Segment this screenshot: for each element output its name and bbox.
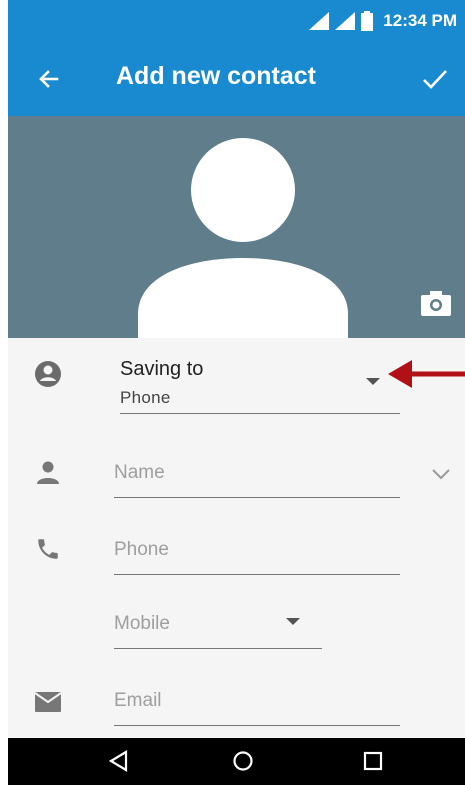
- status-time: 12:34 PM: [383, 11, 457, 30]
- status-bar: 12:34 PM: [8, 0, 465, 42]
- account-circle-icon: [32, 358, 64, 390]
- name-underline: [114, 497, 400, 498]
- email-input[interactable]: Email: [114, 690, 162, 712]
- nav-recents-button[interactable]: [356, 746, 390, 776]
- save-button[interactable]: [415, 60, 455, 98]
- expand-name-button[interactable]: [425, 458, 457, 490]
- back-button[interactable]: [30, 60, 68, 98]
- dropdown-arrow-icon: [286, 618, 300, 625]
- app-bar: Add new contact: [8, 42, 465, 116]
- phone-screen: 12:34 PM Add new contact Saving to Phone…: [8, 0, 465, 785]
- dropdown-arrow-icon: [366, 378, 380, 385]
- phone-type-select[interactable]: Mobile: [114, 613, 170, 635]
- saving-to-value[interactable]: Phone: [120, 388, 171, 408]
- arrow-left-icon: [39, 70, 59, 88]
- email-icon: [32, 686, 64, 718]
- phone-icon: [32, 533, 64, 565]
- annotation-arrow: [388, 360, 465, 388]
- avatar-placeholder-icon: [138, 138, 348, 338]
- phone-input[interactable]: Phone: [114, 539, 169, 561]
- email-underline: [114, 725, 400, 726]
- nav-back-button[interactable]: [102, 746, 136, 776]
- status-icons: 12:34 PM: [309, 11, 457, 31]
- phone-underline: [114, 574, 400, 575]
- camera-button[interactable]: [419, 288, 453, 318]
- signal-icon-2: [335, 12, 356, 30]
- triangle-back-icon: [109, 750, 128, 772]
- navigation-bar: [8, 738, 465, 785]
- saving-to-underline: [120, 413, 400, 414]
- battery-icon: [361, 11, 374, 31]
- contact-photo-area[interactable]: [8, 116, 465, 338]
- square-recents-icon: [363, 751, 383, 771]
- phone-type-underline: [114, 648, 322, 649]
- page-title: Add new contact: [116, 62, 317, 90]
- signal-icon: [309, 12, 330, 30]
- camera-icon: [421, 291, 451, 316]
- name-input[interactable]: Name: [114, 462, 165, 484]
- circle-home-icon: [233, 751, 253, 771]
- person-icon: [32, 456, 64, 488]
- saving-to-dropdown[interactable]: [360, 372, 386, 392]
- chevron-down-icon: [432, 469, 450, 480]
- nav-home-button[interactable]: [226, 746, 260, 776]
- phone-type-dropdown[interactable]: [280, 612, 306, 632]
- check-icon: [423, 70, 447, 89]
- saving-to-label: Saving to: [120, 358, 204, 380]
